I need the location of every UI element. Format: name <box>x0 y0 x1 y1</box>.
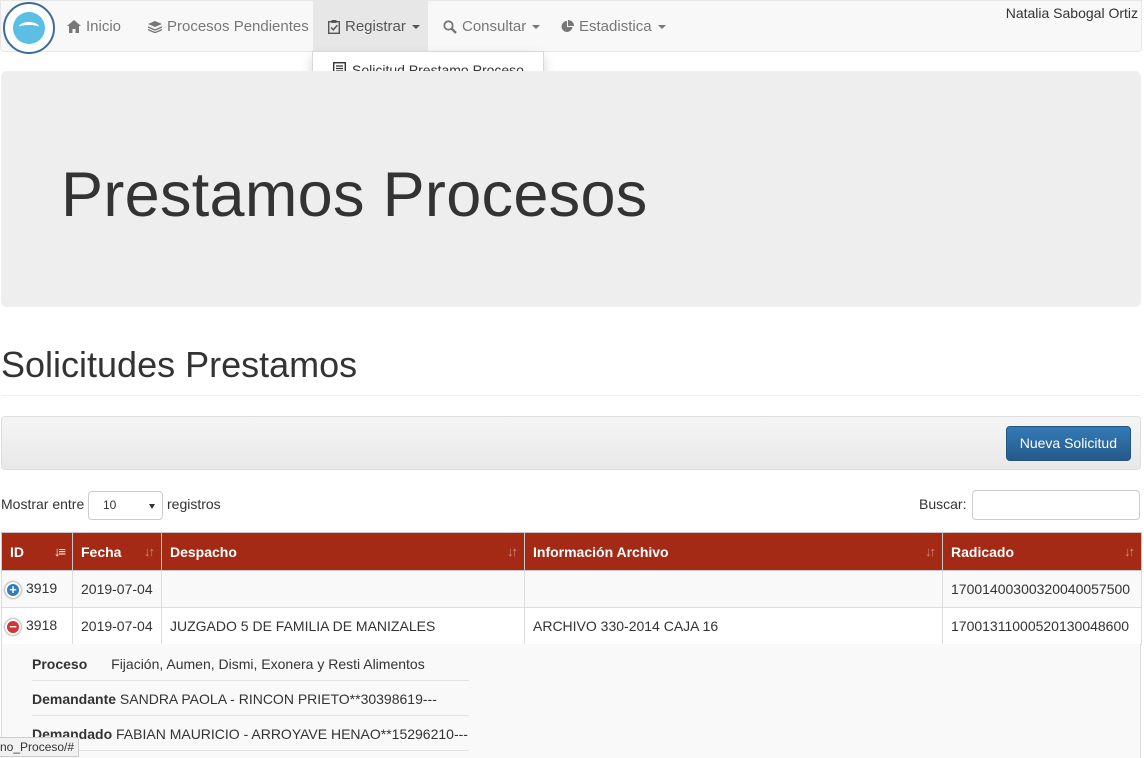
chevron-down-icon <box>532 24 541 29</box>
nav-consultar[interactable]: Consultar <box>428 1 555 52</box>
table-header-row: ID ↓≡ Fecha ↓↑ Despacho ↓↑ Información Arch… <box>1 532 1142 571</box>
detail-value: FABIAN MAURICIO - ARROYAVE HENAO**152962… <box>116 726 468 742</box>
sort-icon: ↓↑ <box>144 544 155 559</box>
nav-inicio-label: Inicio <box>86 18 122 35</box>
section-divider <box>1 395 1141 396</box>
page-length-select[interactable]: 10 <box>88 491 163 520</box>
sort-icon: ↓↑ <box>925 544 936 559</box>
detail-demandante: Demandante SANDRA PAOLA - RINCON PRIETO*… <box>32 681 469 716</box>
cell-radicado: 17001311000520130048600 <box>942 607 1142 645</box>
brand-logo[interactable] <box>3 2 55 54</box>
nav-registrar-label: Registrar <box>345 18 406 35</box>
chevron-down-icon <box>149 504 155 509</box>
detail-demandado: Demandado FABIAN MAURICIO - ARROYAVE HEN… <box>32 716 469 751</box>
page-length-value: 10 <box>103 498 117 512</box>
page-length-label: Mostrar entre <box>1 496 85 512</box>
cell-fecha: 2019-07-04 <box>72 570 162 608</box>
detail-label: Demandante <box>32 691 117 707</box>
col-header-fecha[interactable]: Fecha ↓↑ <box>72 532 162 571</box>
col-header-despacho[interactable]: Despacho ↓↑ <box>161 532 525 571</box>
section-title: Solicitudes Prestamos <box>1 344 358 385</box>
col-header-radicado[interactable]: Radicado ↓↑ <box>942 532 1142 571</box>
cell-informacion-archivo <box>524 570 943 608</box>
sort-icon: ↓↑ <box>507 544 518 559</box>
page-length-suffix: registros <box>167 496 221 512</box>
cell-id[interactable]: −3918 <box>1 607 73 645</box>
nav-procesos-pendientes[interactable]: Procesos Pendientes <box>133 1 324 52</box>
page-title: Prestamos Procesos <box>61 160 648 230</box>
detail-value: Fijación, Aumen, Dismi, Exonera y Resti … <box>111 656 425 672</box>
nav-registrar[interactable]: Registrar <box>313 1 428 52</box>
detail-label: Proceso <box>32 656 88 672</box>
home-icon <box>67 20 81 33</box>
cell-informacion-archivo: ARCHIVO 330-2014 CAJA 16 <box>524 607 943 645</box>
search-label: Buscar: <box>919 496 967 512</box>
cell-fecha: 2019-07-04 <box>72 607 162 645</box>
layers-icon <box>148 20 162 33</box>
table-row[interactable]: +3919 2019-07-04 17001400300320040057500 <box>1 570 1142 608</box>
collapse-minus-icon[interactable]: − <box>5 618 21 635</box>
nav-procesos-pendientes-label: Procesos Pendientes <box>167 18 309 35</box>
expand-plus-icon[interactable]: + <box>5 581 21 598</box>
nav-estadistica[interactable]: Estadistica <box>546 1 681 52</box>
sort-desc-icon: ↓≡ <box>53 544 66 559</box>
toolbar-panel: Nueva Solicitud <box>1 416 1141 470</box>
clipboard-check-icon <box>328 19 340 34</box>
cell-radicado: 17001400300320040057500 <box>942 570 1142 608</box>
requests-table: ID ↓≡ Fecha ↓↑ Despacho ↓↑ Información Arch… <box>1 532 1142 645</box>
cell-despacho <box>161 570 525 608</box>
status-bar-url: no_Proceso/# <box>0 737 80 757</box>
nav-consultar-label: Consultar <box>462 18 527 35</box>
jumbotron: Prestamos Procesos <box>1 71 1141 307</box>
new-request-button[interactable]: Nueva Solicitud <box>1005 426 1131 461</box>
col-header-id[interactable]: ID ↓≡ <box>1 532 73 571</box>
cell-despacho: JUZGADO 5 DE FAMILIA DE MANIZALES <box>161 607 525 645</box>
user-name[interactable]: Natalia Sabogal Ortiz <box>1006 5 1138 21</box>
row-detail-panel: Proceso Fijación, Aumen, Dismi, Exonera … <box>1 644 1141 758</box>
search-input[interactable] <box>972 490 1140 520</box>
pie-chart-icon <box>561 20 574 33</box>
sort-icon: ↓↑ <box>1124 544 1135 559</box>
chevron-down-icon <box>657 24 666 29</box>
detail-value: SANDRA PAOLA - RINCON PRIETO**30398619--… <box>119 691 437 707</box>
search-icon <box>443 19 457 34</box>
table-row[interactable]: −3918 2019-07-04 JUZGADO 5 DE FAMILIA DE… <box>1 607 1142 645</box>
nav-inicio[interactable]: Inicio <box>52 1 136 52</box>
top-navbar: Inicio Procesos Pendientes Registrar Con… <box>0 0 1142 54</box>
nav-estadistica-label: Estadistica <box>579 18 652 35</box>
cell-id[interactable]: +3919 <box>1 570 73 608</box>
chevron-down-icon <box>411 24 420 29</box>
col-header-informacion-archivo[interactable]: Información Archivo ↓↑ <box>524 532 943 571</box>
detail-proceso: Proceso Fijación, Aumen, Dismi, Exonera … <box>32 646 469 681</box>
